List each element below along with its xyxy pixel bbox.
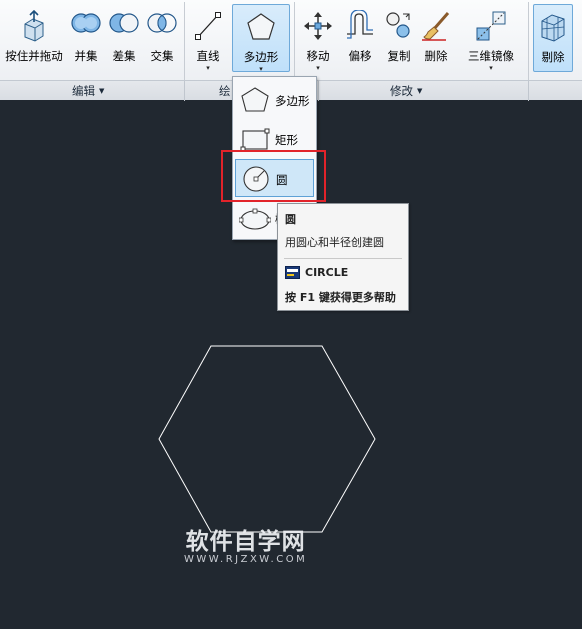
union-label: 并集 [74,49,98,63]
panel-modify[interactable]: 修改 ▼ [390,83,422,99]
watermark-url: WWW.RJZXW.COM [184,554,308,565]
highlight-box [221,150,326,202]
cull-button[interactable]: 剔除 [533,4,573,72]
tooltip-divider [284,258,402,259]
polygon-icon [247,13,275,40]
panel-divider [318,81,319,101]
line-label: 直线 [196,49,220,63]
watermark-title: 软件自学网 [185,529,306,555]
panel-edit-expand-icon: ▼ [99,87,105,95]
tooltip-description: 用圆心和半径创建圆 [285,236,384,249]
polygon-dropdown-arrow[interactable]: ▾ [233,65,289,73]
subtract-button[interactable]: 差集 [106,4,142,72]
panel-divider [184,81,185,101]
subtract-icon [109,13,139,33]
presspull-button[interactable]: 按住并拖动 [2,4,66,72]
panel-edit-label: 编辑 [72,84,95,98]
ellipse-icon [239,208,271,230]
move-label: 移动 [306,49,330,63]
panel-modify-label: 修改 [390,84,413,98]
copy-button[interactable]: 复制 [382,4,416,72]
mirror3d-icon [476,11,506,41]
offset-label: 偏移 [348,49,372,63]
polygon-label: 多边形 [243,50,279,64]
move-icon [304,12,332,40]
tooltip-command: CIRCLE [305,266,349,279]
move-button[interactable]: 移动 ▾ [298,4,338,72]
panel-edit[interactable]: 编辑 ▼ [72,83,104,99]
panel-divider [528,81,529,101]
menu-item-rectangle-label: 矩形 [275,133,298,147]
offset-button[interactable]: 偏移 [340,4,380,72]
copy-label: 复制 [387,49,411,63]
offset-icon [347,10,373,39]
cull-icon [541,14,565,42]
panel-modify-expand-icon: ▼ [417,87,423,95]
polygon-button[interactable]: 多边形 ▾ [232,4,290,73]
hexagon-shape[interactable] [158,345,376,533]
rectangle-icon [240,128,270,152]
copy-icon [386,12,410,38]
panel-draw-label: 绘 [219,84,231,98]
union-icon [71,13,101,33]
line-icon [195,12,221,40]
mirror3d-button[interactable]: 三维镜像 ▾ [458,4,524,72]
command-icon [285,266,300,279]
move-dropdown-arrow[interactable]: ▾ [298,64,338,72]
intersect-icon [147,13,177,33]
mirror3d-dropdown-arrow[interactable]: ▾ [458,64,524,72]
erase-label: 删除 [424,49,448,63]
panel-draw[interactable]: 绘 [219,83,231,99]
union-button[interactable]: 并集 [68,4,104,72]
tooltip-help: 按 F1 键获得更多帮助 [285,291,396,304]
line-dropdown-arrow[interactable]: ▾ [188,64,228,72]
circle-tooltip: 圆 用圆心和半径创建圆 CIRCLE 按 F1 键获得更多帮助 [277,203,409,311]
intersect-label: 交集 [150,49,174,63]
menu-item-polygon-label: 多边形 [275,94,310,108]
line-button[interactable]: 直线 ▾ [188,4,228,72]
watermark: 软件自学网 WWW.RJZXW.COM [184,522,307,565]
intersect-button[interactable]: 交集 [144,4,180,72]
erase-icon [422,12,450,41]
presspull-label: 按住并拖动 [5,49,63,63]
mirror3d-label: 三维镜像 [468,49,514,63]
cull-label: 剔除 [541,50,565,64]
polygon-icon [241,87,269,112]
erase-button[interactable]: 删除 [418,4,454,72]
presspull-icon [24,10,44,42]
subtract-label: 差集 [112,49,136,63]
menu-item-polygon[interactable]: 多边形 [235,81,314,119]
tooltip-title: 圆 [285,213,296,226]
